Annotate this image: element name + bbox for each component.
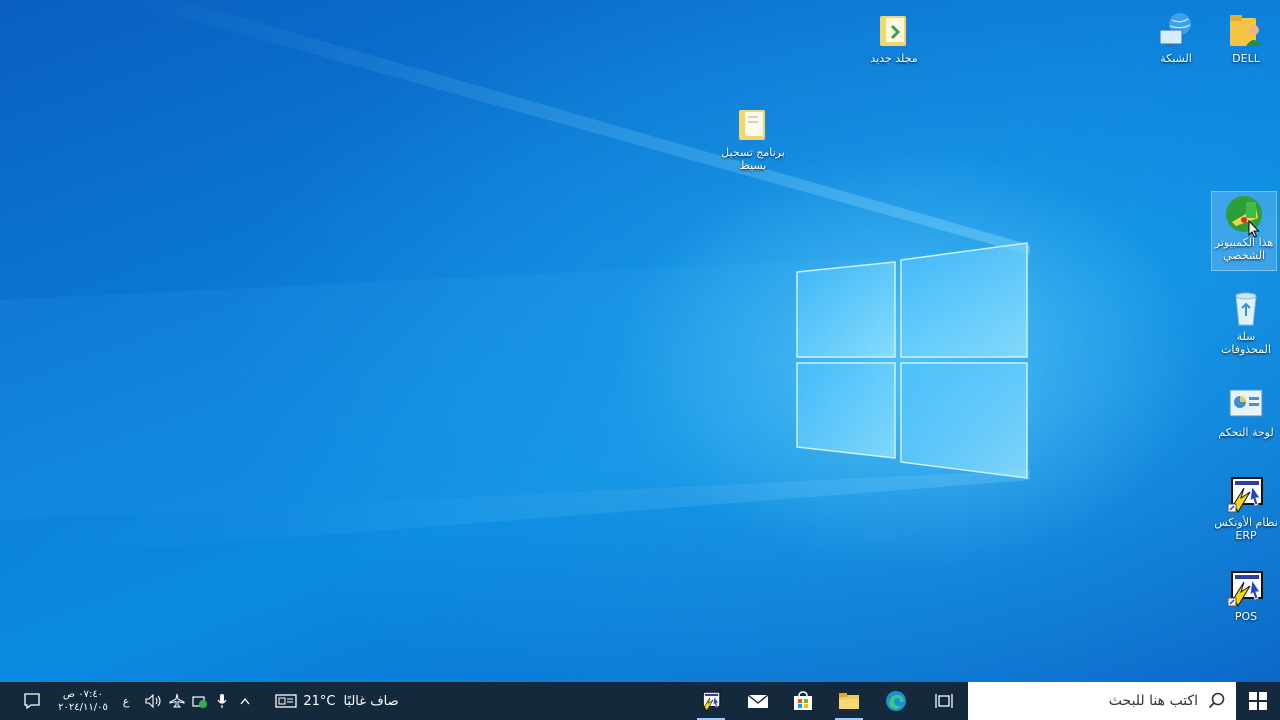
desktop-icon-control-panel[interactable]: لوحة التحكم: [1214, 382, 1278, 439]
edge-browser-icon: [886, 691, 906, 711]
mouse-cursor-icon: [1248, 220, 1260, 238]
news-weather-icon: [275, 694, 297, 708]
recycle-bin-icon: [1235, 292, 1257, 326]
airplane-icon: [169, 693, 185, 708]
desktop-background: DELL الشبكة مجلد جديد برنامج تسجيل بسيط: [0, 0, 1280, 682]
onyx-shortcut-icon: [1227, 571, 1263, 608]
folder-icon: [880, 16, 906, 46]
windows-start-icon: [1249, 692, 1267, 710]
desktop-icon-pos[interactable]: POS: [1214, 566, 1278, 623]
tray-airplane-mode[interactable]: [167, 682, 187, 720]
user-folder-icon: [1230, 15, 1262, 46]
control-panel-icon: [1229, 389, 1263, 417]
show-hidden-icons-button[interactable]: [236, 682, 254, 720]
desktop-icon-network[interactable]: الشبكة: [1144, 8, 1208, 65]
clock-date: ٢٠٢٤/١١/٠٥: [58, 702, 108, 713]
windows-logo-wallpaper: [796, 242, 1028, 479]
onyx-shortcut-icon: [1227, 477, 1263, 514]
desktop-icon-label: POS: [1234, 610, 1258, 623]
folder-icon: [739, 110, 765, 140]
search-icon: [1208, 692, 1225, 709]
store-icon: [794, 691, 812, 710]
tray-security[interactable]: [190, 682, 210, 720]
desktop-icon-label: الشبكة: [1160, 52, 1192, 65]
input-language[interactable]: ع: [116, 682, 136, 720]
search-placeholder: اكتب هنا للبحث: [1108, 693, 1198, 709]
taskbar-clock[interactable]: ٠٧:٤٠ ص ٢٠٢٤/١١/٠٥: [52, 682, 114, 720]
file-explorer-icon: [839, 693, 859, 709]
network-icon: [1159, 13, 1191, 47]
taskbar-search-box[interactable]: اكتب هنا للبحث: [968, 682, 1236, 720]
desktop-icon-recycle-bin[interactable]: سلة المحذوفات: [1214, 286, 1278, 356]
desktop-icon-label: نظام الأونكس ERP: [1214, 516, 1278, 542]
weather-widget[interactable]: 21°C صاف غالبًا: [272, 682, 402, 720]
weather-temperature: 21°C: [303, 693, 336, 709]
mail-icon: [747, 694, 769, 708]
tray-volume[interactable]: [144, 682, 164, 720]
taskbar-file-explorer-button[interactable]: [827, 682, 871, 720]
notification-icon: [24, 693, 40, 710]
taskbar-edge-button[interactable]: [874, 682, 918, 720]
desktop-icon-this-pc[interactable]: هذا الكمبيوتر الشخصي: [1211, 191, 1277, 271]
desktop-icon-label: لوحة التحكم: [1218, 426, 1274, 439]
chevron-up-icon: [240, 697, 250, 705]
taskbar: اكتب هنا للبحث 21°C صاف غالبًا ع ٠٧:٤٠ ص…: [0, 682, 1280, 720]
desktop-icon-label: سلة المحذوفات: [1221, 330, 1271, 356]
desktop-icon-dell[interactable]: DELL: [1214, 8, 1278, 65]
action-center-button[interactable]: [18, 682, 46, 720]
desktop-icon-onyx-erp[interactable]: نظام الأونكس ERP: [1214, 472, 1278, 542]
taskbar-store-button[interactable]: [781, 682, 825, 720]
desktop-icon-new-folder[interactable]: مجلد جديد: [862, 8, 926, 65]
taskbar-mail-button[interactable]: [736, 682, 780, 720]
windows-security-icon: [192, 696, 207, 708]
start-button[interactable]: [1236, 682, 1280, 720]
onyx-app-icon: [702, 691, 721, 712]
microphone-icon: [217, 694, 227, 708]
clock-time: ٠٧:٤٠ ص: [62, 689, 104, 700]
task-view-icon: [935, 694, 953, 708]
desktop-icon-label: DELL: [1232, 52, 1260, 65]
speaker-icon: [145, 694, 161, 708]
desktop-icon-label: برنامج تسجيل بسيط: [721, 146, 785, 172]
desktop-icon-label: هذا الكمبيوتر الشخصي: [1214, 236, 1274, 262]
task-view-button[interactable]: [922, 682, 966, 720]
weather-condition: صاف غالبًا: [343, 693, 399, 709]
tray-microphone[interactable]: [213, 682, 231, 720]
taskbar-onyx-app-button[interactable]: [689, 682, 733, 720]
desktop-icon-label: مجلد جديد: [870, 52, 918, 65]
desktop-icon-registration-program[interactable]: برنامج تسجيل بسيط: [721, 102, 785, 172]
